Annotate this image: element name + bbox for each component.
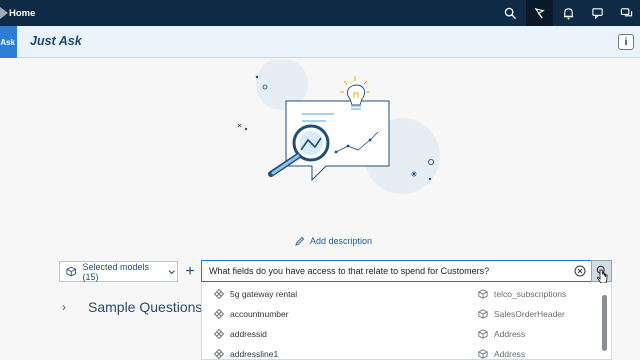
suggestion-field: addressid: [230, 329, 267, 339]
dimension-icon: [214, 329, 224, 339]
chevron-down-icon: [169, 269, 176, 274]
suggestion-row[interactable]: 5g gateway rental telco_subscriptions: [202, 284, 602, 304]
suggestion-row[interactable]: addressid Address: [202, 324, 602, 344]
page-header: Ask Just Ask i: [0, 26, 640, 58]
chevron-right-icon[interactable]: ›: [62, 300, 66, 314]
cube-icon: [478, 289, 488, 299]
cube-icon: [478, 329, 488, 339]
ask-badge: Ask: [0, 26, 17, 58]
clear-icon[interactable]: [574, 265, 586, 277]
dimension-icon: [214, 309, 224, 319]
home-link[interactable]: Home: [9, 8, 35, 19]
dimension-icon: [214, 289, 224, 299]
suggestion-field: addressline1: [230, 349, 279, 359]
info-icon[interactable]: i: [618, 34, 634, 50]
suggestion-model: Address: [494, 349, 526, 359]
add-description-link[interactable]: Add description: [295, 236, 372, 246]
suggestion-row[interactable]: addressline1 Address: [202, 344, 602, 360]
cube-icon: [478, 349, 488, 359]
dimension-icon: [214, 349, 224, 359]
suggestion-field: accountnumber: [230, 309, 289, 319]
question-input[interactable]: What fields do you have access to that r…: [201, 260, 592, 282]
pencil-icon: [295, 236, 305, 246]
selected-models-select[interactable]: Selected models (15): [59, 261, 178, 282]
selected-models-label: Selected models (15): [82, 261, 150, 282]
suggestion-row[interactable]: accountnumber SalesOrderHeader: [202, 304, 602, 324]
joule-icon[interactable]: [526, 0, 553, 26]
cube-icon: [66, 266, 77, 277]
shell-bar: Home: [0, 0, 640, 26]
sample-questions-title[interactable]: Sample Questions: [88, 299, 202, 315]
add-description-label: Add description: [310, 236, 373, 246]
bell-icon[interactable]: [555, 0, 582, 26]
cube-icon: [478, 309, 488, 319]
chat-icon[interactable]: [613, 0, 640, 26]
app-logo: [0, 0, 8, 26]
feedback-icon[interactable]: [584, 0, 611, 26]
suggestion-field: 5g gateway rental: [230, 289, 298, 299]
plus-icon: +: [185, 262, 195, 280]
suggestions-dropdown: 5g gateway rental telco_subscriptions ac…: [201, 283, 612, 360]
dropdown-scrollbar[interactable]: [602, 295, 607, 351]
add-model-button[interactable]: +: [181, 261, 199, 282]
question-input-value: What fields do you have access to that r…: [209, 266, 490, 276]
empty-state-illustration: [224, 58, 444, 196]
page-title: Just Ask: [30, 34, 82, 48]
search-icon[interactable]: [497, 0, 524, 26]
suggestion-model: SalesOrderHeader: [494, 309, 565, 319]
suggestion-model: telco_subscriptions: [494, 289, 567, 299]
suggestion-model: Address: [494, 329, 526, 339]
